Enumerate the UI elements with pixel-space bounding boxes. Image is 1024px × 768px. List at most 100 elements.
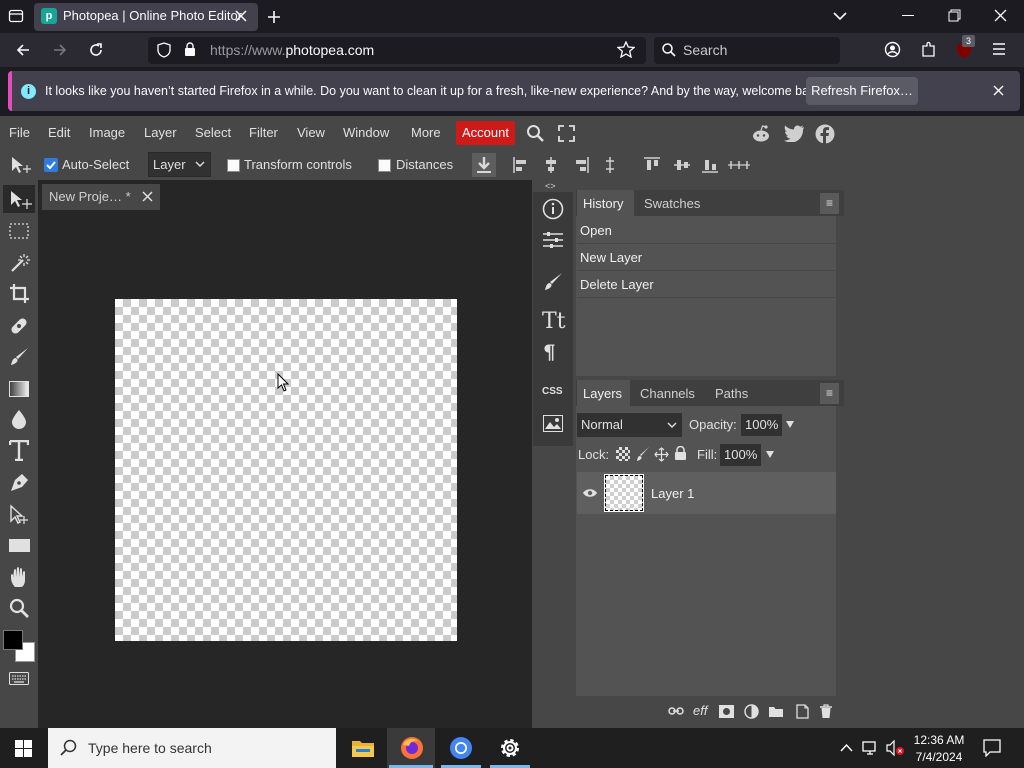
account-button[interactable]: Account xyxy=(456,121,515,145)
forward-icon[interactable] xyxy=(52,42,68,58)
close-window-icon[interactable] xyxy=(994,9,1007,22)
search-bar[interactable] xyxy=(654,37,840,64)
back-icon[interactable] xyxy=(15,42,31,58)
refresh-firefox-button[interactable]: Refresh Firefox… xyxy=(806,77,918,105)
align-right-icon[interactable] xyxy=(572,156,590,174)
windows-start-icon[interactable] xyxy=(15,740,32,757)
hand-tool-icon[interactable] xyxy=(9,566,30,588)
path-select-tool-icon[interactable] xyxy=(9,504,30,525)
reddit-icon[interactable] xyxy=(751,124,771,143)
clock-time[interactable]: 12:36 AM xyxy=(912,733,966,747)
menu-more[interactable]: More xyxy=(411,125,441,140)
opacity-input[interactable]: 100% xyxy=(741,414,782,436)
history-item-delete-layer[interactable]: Delete Layer xyxy=(577,272,836,297)
align-middle-v-icon[interactable] xyxy=(673,156,691,174)
keyboard-icon[interactable] xyxy=(9,672,29,685)
tab-layers[interactable]: Layers xyxy=(583,386,622,401)
new-group-icon[interactable] xyxy=(768,705,784,718)
align-bottom-icon[interactable] xyxy=(701,156,719,174)
align-center-h-icon[interactable] xyxy=(542,156,560,174)
character-panel-icon[interactable]: Tt xyxy=(542,309,566,334)
fullscreen-icon[interactable] xyxy=(558,125,575,142)
paragraph-panel-icon[interactable]: ¶ xyxy=(543,340,556,364)
lock-pixels-icon[interactable] xyxy=(636,446,650,462)
marquee-tool-icon[interactable] xyxy=(9,222,29,240)
search-input[interactable]: Search xyxy=(683,42,727,58)
settings-gear-icon[interactable] xyxy=(498,736,522,760)
chrome-icon[interactable] xyxy=(449,736,473,760)
link-layers-icon[interactable] xyxy=(668,706,684,716)
new-layer-icon[interactable] xyxy=(794,704,809,719)
brush-panel-icon[interactable] xyxy=(543,271,564,292)
magic-wand-tool-icon[interactable] xyxy=(9,252,31,274)
tab-list-icon[interactable] xyxy=(8,8,24,24)
twitter-icon[interactable] xyxy=(784,125,805,142)
layers-menu-icon[interactable]: ≡ xyxy=(820,383,839,404)
document-canvas[interactable] xyxy=(115,299,457,641)
extensions-icon[interactable] xyxy=(920,41,937,58)
blur-tool-icon[interactable] xyxy=(11,409,27,429)
facebook-icon[interactable] xyxy=(815,124,835,144)
file-explorer-icon[interactable] xyxy=(351,738,375,758)
brush-tool-icon[interactable] xyxy=(9,346,30,367)
menu-window[interactable]: Window xyxy=(343,125,389,140)
tab-history[interactable]: History xyxy=(583,196,623,211)
clock-date[interactable]: 7/4/2024 xyxy=(912,750,966,764)
rectangle-tool-icon[interactable] xyxy=(9,539,30,552)
network-icon[interactable] xyxy=(862,740,880,756)
healing-brush-tool-icon[interactable] xyxy=(8,315,30,337)
distribute-v-icon[interactable] xyxy=(727,156,751,174)
history-menu-icon[interactable]: ≡ xyxy=(820,193,839,214)
info-panel-icon[interactable] xyxy=(542,198,564,220)
adjustments-panel-icon[interactable] xyxy=(542,231,564,249)
align-left-icon[interactable] xyxy=(512,156,530,174)
distribute-h-icon[interactable] xyxy=(601,156,619,174)
tab-paths[interactable]: Paths xyxy=(715,386,748,401)
menu-edit[interactable]: Edit xyxy=(48,125,70,140)
new-tab-icon[interactable] xyxy=(266,9,282,25)
layer-mask-icon[interactable] xyxy=(719,705,734,718)
delete-layer-icon[interactable] xyxy=(819,704,833,719)
move-tool-options-icon[interactable] xyxy=(10,155,32,175)
zoom-tool-icon[interactable] xyxy=(9,598,30,619)
transform-controls-checkbox[interactable] xyxy=(227,159,240,172)
foreground-color-swatch[interactable] xyxy=(3,630,23,650)
type-tool-icon[interactable] xyxy=(9,440,29,461)
bookmark-star-icon[interactable] xyxy=(617,41,635,58)
lock-transparency-icon[interactable] xyxy=(616,447,630,461)
gradient-tool-icon[interactable] xyxy=(9,381,29,397)
history-item-open[interactable]: Open xyxy=(577,218,836,243)
tab-channels[interactable]: Channels xyxy=(640,386,695,401)
menu-file[interactable]: File xyxy=(9,125,30,140)
crop-tool-icon[interactable] xyxy=(9,283,30,304)
history-item-new-layer[interactable]: New Layer xyxy=(577,245,836,270)
notifications-icon[interactable] xyxy=(983,739,1001,757)
volume-muted-icon[interactable] xyxy=(886,740,906,756)
auto-select-checkbox[interactable] xyxy=(44,158,58,172)
adjustment-layer-icon[interactable] xyxy=(744,704,759,719)
app-menu-icon[interactable] xyxy=(992,43,1006,55)
tracking-protection-icon[interactable] xyxy=(157,42,171,58)
fill-input[interactable]: 100% xyxy=(720,444,761,466)
collapse-panels-icon[interactable]: <> xyxy=(545,181,556,191)
distances-checkbox[interactable] xyxy=(378,159,391,172)
lock-position-icon[interactable] xyxy=(654,447,669,462)
css-panel-icon[interactable]: CSS xyxy=(542,386,563,397)
move-tool-icon[interactable] xyxy=(3,185,35,213)
url-text[interactable]: https://www.photopea.com xyxy=(210,42,374,58)
close-document-icon[interactable] xyxy=(142,191,153,202)
lock-all-icon[interactable] xyxy=(674,446,687,461)
menu-filter[interactable]: Filter xyxy=(249,125,278,140)
pen-tool-icon[interactable] xyxy=(9,472,30,493)
tab-swatches[interactable]: Swatches xyxy=(644,196,700,211)
chevron-up-icon[interactable] xyxy=(840,743,853,752)
restore-icon[interactable] xyxy=(948,9,961,22)
eye-visibility-icon[interactable] xyxy=(582,487,598,499)
menu-select[interactable]: Select xyxy=(195,125,231,140)
layer-effects-icon[interactable]: eff xyxy=(693,703,707,718)
menu-layer[interactable]: Layer xyxy=(144,125,177,140)
reload-icon[interactable] xyxy=(88,42,104,58)
lock-icon[interactable] xyxy=(184,42,196,57)
search-icon[interactable] xyxy=(526,124,545,143)
menu-view[interactable]: View xyxy=(297,125,325,140)
